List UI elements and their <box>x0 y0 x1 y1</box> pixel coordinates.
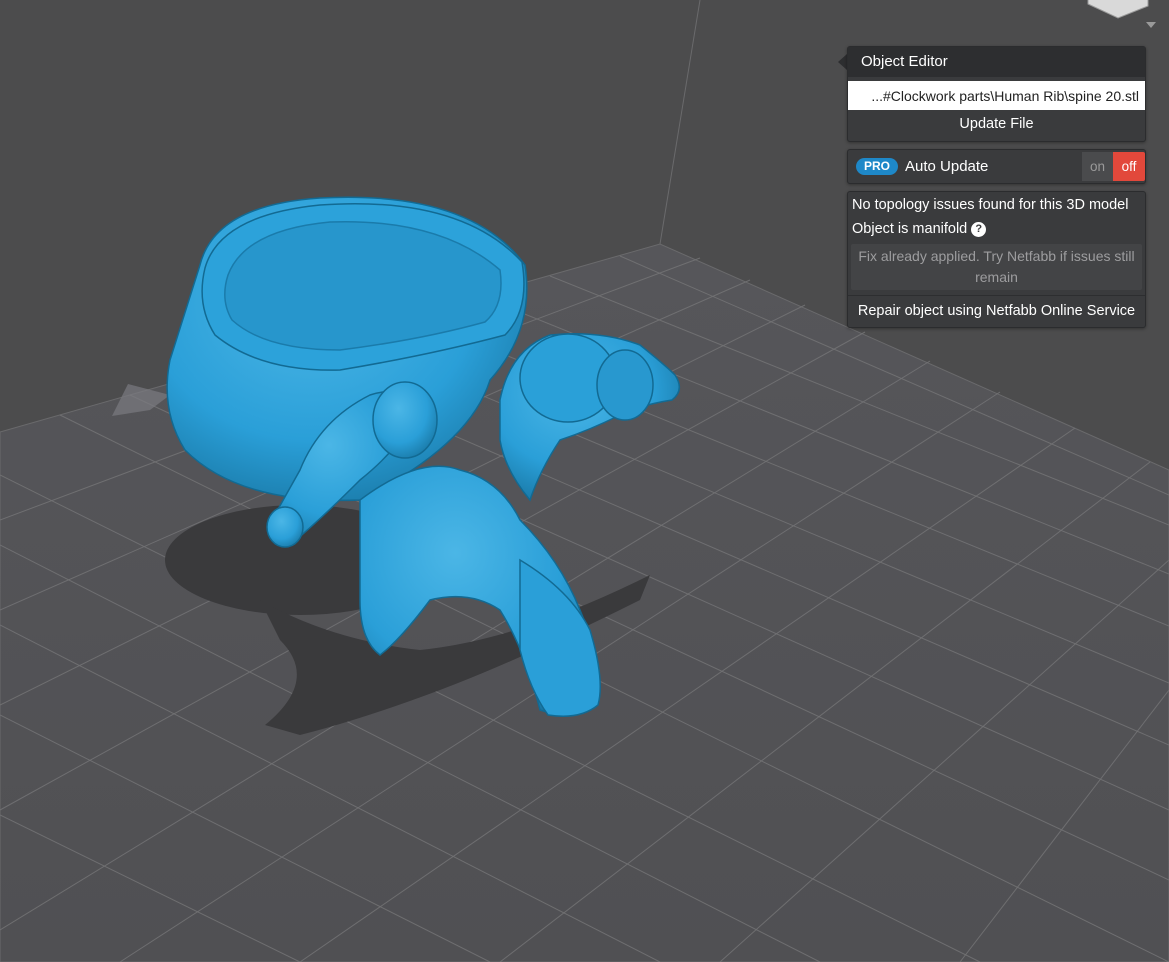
panel-pointer-icon <box>838 54 847 70</box>
update-file-button[interactable]: Update File <box>848 110 1145 138</box>
view-cube-menu-icon[interactable] <box>1146 22 1156 28</box>
manifold-label: Object is manifold <box>852 221 968 237</box>
toggle-off-option[interactable]: off <box>1113 152 1145 181</box>
3d-viewport[interactable]: BA <box>0 0 1169 962</box>
viewport-scene: BA <box>0 0 1169 962</box>
auto-update-toggle[interactable]: on off <box>1082 152 1145 181</box>
auto-update-panel: PRO Auto Update on off <box>847 149 1146 184</box>
toggle-on-option[interactable]: on <box>1082 152 1113 181</box>
object-editor-panel: Object Editor Update File <box>847 46 1146 142</box>
auto-update-label: Auto Update <box>905 158 989 175</box>
manifold-status: Object is manifold? <box>852 221 987 237</box>
topology-panel: No topology issues found for this 3D mod… <box>847 191 1146 328</box>
view-cube-label: BA <box>1116 0 1128 2</box>
help-icon[interactable]: ? <box>971 222 987 237</box>
file-path-field[interactable] <box>848 81 1145 110</box>
object-editor-title: Object Editor <box>848 47 1145 77</box>
pro-badge: PRO <box>856 158 899 175</box>
topology-status: No topology issues found for this 3D mod… <box>852 197 1129 213</box>
repair-netfabb-button[interactable]: Repair object using Netfabb Online Servi… <box>848 295 1145 326</box>
fix-applied-note: Fix already applied. Try Netfabb if issu… <box>851 244 1142 290</box>
